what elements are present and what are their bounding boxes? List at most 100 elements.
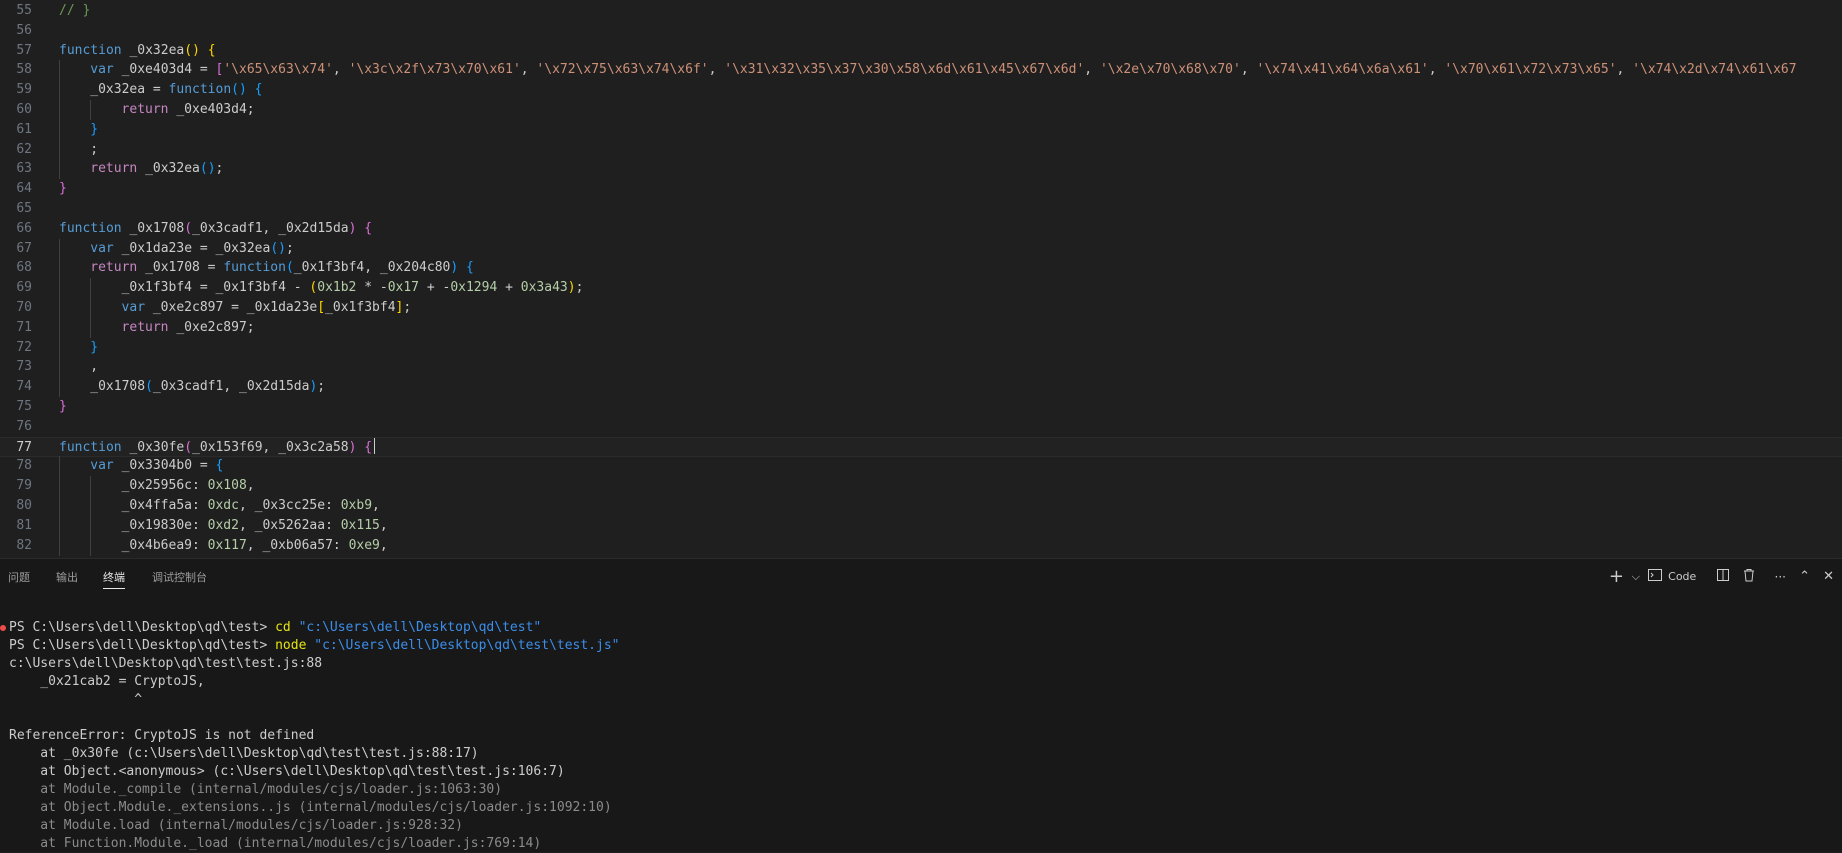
code-line[interactable]: 65	[0, 199, 1842, 219]
close-panel-icon[interactable]: ✕	[1823, 567, 1834, 587]
tab-terminal[interactable]: 终端	[103, 569, 125, 589]
kill-terminal-button[interactable]	[1742, 567, 1756, 587]
code-line[interactable]: 76	[0, 417, 1842, 437]
indent-guide	[59, 60, 60, 81]
line-code: // }	[59, 3, 91, 18]
indent-guide	[59, 515, 60, 536]
code-line[interactable]: 74 _0x1708(_0x3cadf1, _0x2d15da);	[0, 377, 1842, 398]
launch-profile-button[interactable]: Code	[1648, 567, 1700, 587]
code-line[interactable]: 73,	[0, 357, 1842, 378]
line-code: ;	[90, 141, 99, 157]
line-code: ,	[90, 359, 99, 375]
indent-guide	[59, 357, 60, 378]
indent-guide	[90, 496, 92, 516]
indent-guide	[59, 377, 60, 398]
terminal-output[interactable]: PS C:\Users\dell\Desktop\qd\test> cd "c:…	[0, 609, 1842, 853]
code-line[interactable]: 56	[0, 21, 1842, 41]
terminal-output-line: at Object.Module._extensions..js (intern…	[9, 800, 612, 815]
more-actions-icon[interactable]: ···	[1775, 567, 1786, 587]
code-line[interactable]: 57 function _0x32ea() {	[0, 41, 1842, 61]
code-line[interactable]: 59 _0x32ea = function() {	[0, 80, 1842, 101]
tab-output[interactable]: 输出	[56, 569, 78, 585]
line-code: var _0xe403d4 = ['\x65\x63\x74', '\x3c\x…	[90, 62, 1797, 78]
code-line[interactable]: 77 function _0x30fe(_0x153f69, _0x3c2a58)…	[0, 436, 1842, 458]
split-terminal-button[interactable]	[1716, 567, 1730, 587]
line-code: function _0x30fe(_0x153f69, _0x3c2a58) {	[59, 437, 376, 458]
line-code: _0x25956c: 0x108,	[121, 478, 255, 494]
code-line[interactable]: 71 return _0xe2c897;	[0, 317, 1842, 338]
terminal-command: cd	[275, 620, 291, 635]
panel-tab-bar: 问题 输出 终端 调试控制台 + ⌵ Code ··· ⌃ ✕	[0, 559, 1842, 595]
line-code: function _0x32ea() {	[59, 42, 216, 58]
code-line[interactable]: 68 return _0x1708 = function(_0x1f3bf4, _…	[0, 258, 1842, 279]
terminal-prompt: PS C:\Users\dell\Desktop\qd\test>	[9, 620, 276, 635]
code-line[interactable]: 79 _0x25956c: 0x108,	[0, 476, 1842, 497]
line-number: 75	[16, 399, 32, 414]
indent-guide	[90, 298, 92, 318]
terminal-output-line: at Function.Module._load (internal/modul…	[9, 836, 542, 851]
indent-guide	[59, 278, 60, 299]
line-number: 65	[16, 201, 32, 216]
new-terminal-button[interactable]: +	[1609, 567, 1624, 587]
line-code: _0x1f3bf4 = _0x1f3bf4 - (0x1b2 * -0x17 +…	[121, 280, 584, 296]
line-number: 70	[16, 300, 32, 315]
code-line[interactable]: 70 var _0xe2c897 = _0x1da23e[_0x1f3bf4];	[0, 298, 1842, 318]
indent-guide	[59, 476, 60, 497]
indent-guide	[59, 337, 60, 358]
code-line[interactable]: 72}	[0, 337, 1842, 358]
indent-guide	[59, 496, 60, 516]
line-number: 61	[16, 121, 32, 137]
tab-debug-console[interactable]: 调试控制台	[152, 569, 207, 585]
code-line[interactable]: 82 _0x4b6ea9: 0x117, _0xb06a57: 0xe9,	[0, 535, 1842, 556]
line-number: 66	[16, 220, 32, 236]
code-line[interactable]: 63 return _0x32ea();	[0, 159, 1842, 180]
line-code: function _0x1708(_0x3cadf1, _0x2d15da) {	[59, 220, 373, 236]
line-code: }	[59, 399, 67, 414]
code-line[interactable]: 55 // }	[0, 1, 1842, 21]
line-code: _0x1708(_0x3cadf1, _0x2d15da);	[90, 379, 326, 395]
line-number: 62	[16, 141, 32, 157]
terminal-output-line: at Object.<anonymous> (c:\Users\dell\Des…	[9, 764, 565, 779]
indent-guide	[59, 139, 60, 160]
code-line[interactable]: 66 function _0x1708(_0x3cadf1, _0x2d15da)…	[0, 219, 1842, 239]
line-code: return _0x1708 = function(_0x1f3bf4, _0x…	[90, 260, 474, 276]
terminal-output-line: ^	[9, 692, 143, 707]
indent-guide	[90, 476, 92, 497]
tab-problems[interactable]: 问题	[8, 569, 30, 585]
line-number: 81	[16, 517, 32, 533]
code-line[interactable]: 64}	[0, 179, 1842, 199]
code-line[interactable]: 75}	[0, 397, 1842, 417]
code-line[interactable]: 62;	[0, 139, 1842, 160]
code-line[interactable]: 60 return _0xe403d4;	[0, 100, 1842, 120]
code-editor[interactable]: 55 // } 56 57 function _0x32ea() {58 var _0xe…	[0, 0, 1842, 558]
line-number: 67	[16, 240, 32, 256]
code-line[interactable]: 81 _0x19830e: 0xd2, _0x5262aa: 0x115,	[0, 515, 1842, 536]
line-code: }	[90, 339, 99, 355]
line-number: 78	[16, 458, 32, 474]
terminal-command: node	[275, 638, 307, 653]
launch-profile-label: Code	[1668, 570, 1697, 583]
terminal-argument: "c:\Users\dell\Desktop\qd\test"	[290, 620, 542, 635]
code-line[interactable]: 67 var _0x1da23e = _0x32ea();	[0, 238, 1842, 259]
chevron-down-icon[interactable]: ⌵	[1632, 567, 1640, 587]
code-line[interactable]: 69 _0x1f3bf4 = _0x1f3bf4 - (0x1b2 * -0x17…	[0, 278, 1842, 299]
indent-guide	[59, 298, 60, 318]
code-line[interactable]: 58 var _0xe403d4 = ['\x65\x63\x74', '\x3c…	[0, 60, 1842, 81]
code-line[interactable]: 61}	[0, 119, 1842, 140]
text-cursor	[374, 437, 376, 454]
line-number: 82	[16, 537, 32, 553]
terminal-argument: "c:\Users\dell\Desktop\qd\test\test.js"	[306, 638, 620, 653]
code-line[interactable]: 80 _0x4ffa5a: 0xdc, _0x3cc25e: 0xb9,	[0, 496, 1842, 516]
line-number: 79	[16, 478, 32, 494]
code-line[interactable]: 78 var _0x3304b0 = {	[0, 456, 1842, 477]
line-number: 69	[16, 280, 32, 296]
terminal-output-line: c:\Users\dell\Desktop\qd\test\test.js:88	[9, 656, 323, 671]
indent-guide	[59, 317, 60, 338]
terminal-prompt: PS C:\Users\dell\Desktop\qd\test>	[9, 638, 276, 653]
terminal-output-line: ReferenceError: CryptoJS is not defined	[9, 728, 315, 743]
maximize-panel-icon[interactable]: ⌃	[1799, 567, 1810, 587]
line-number: 56	[16, 22, 32, 38]
indent-guide	[59, 456, 60, 477]
line-number: 74	[16, 379, 32, 395]
indent-guide	[59, 100, 60, 120]
